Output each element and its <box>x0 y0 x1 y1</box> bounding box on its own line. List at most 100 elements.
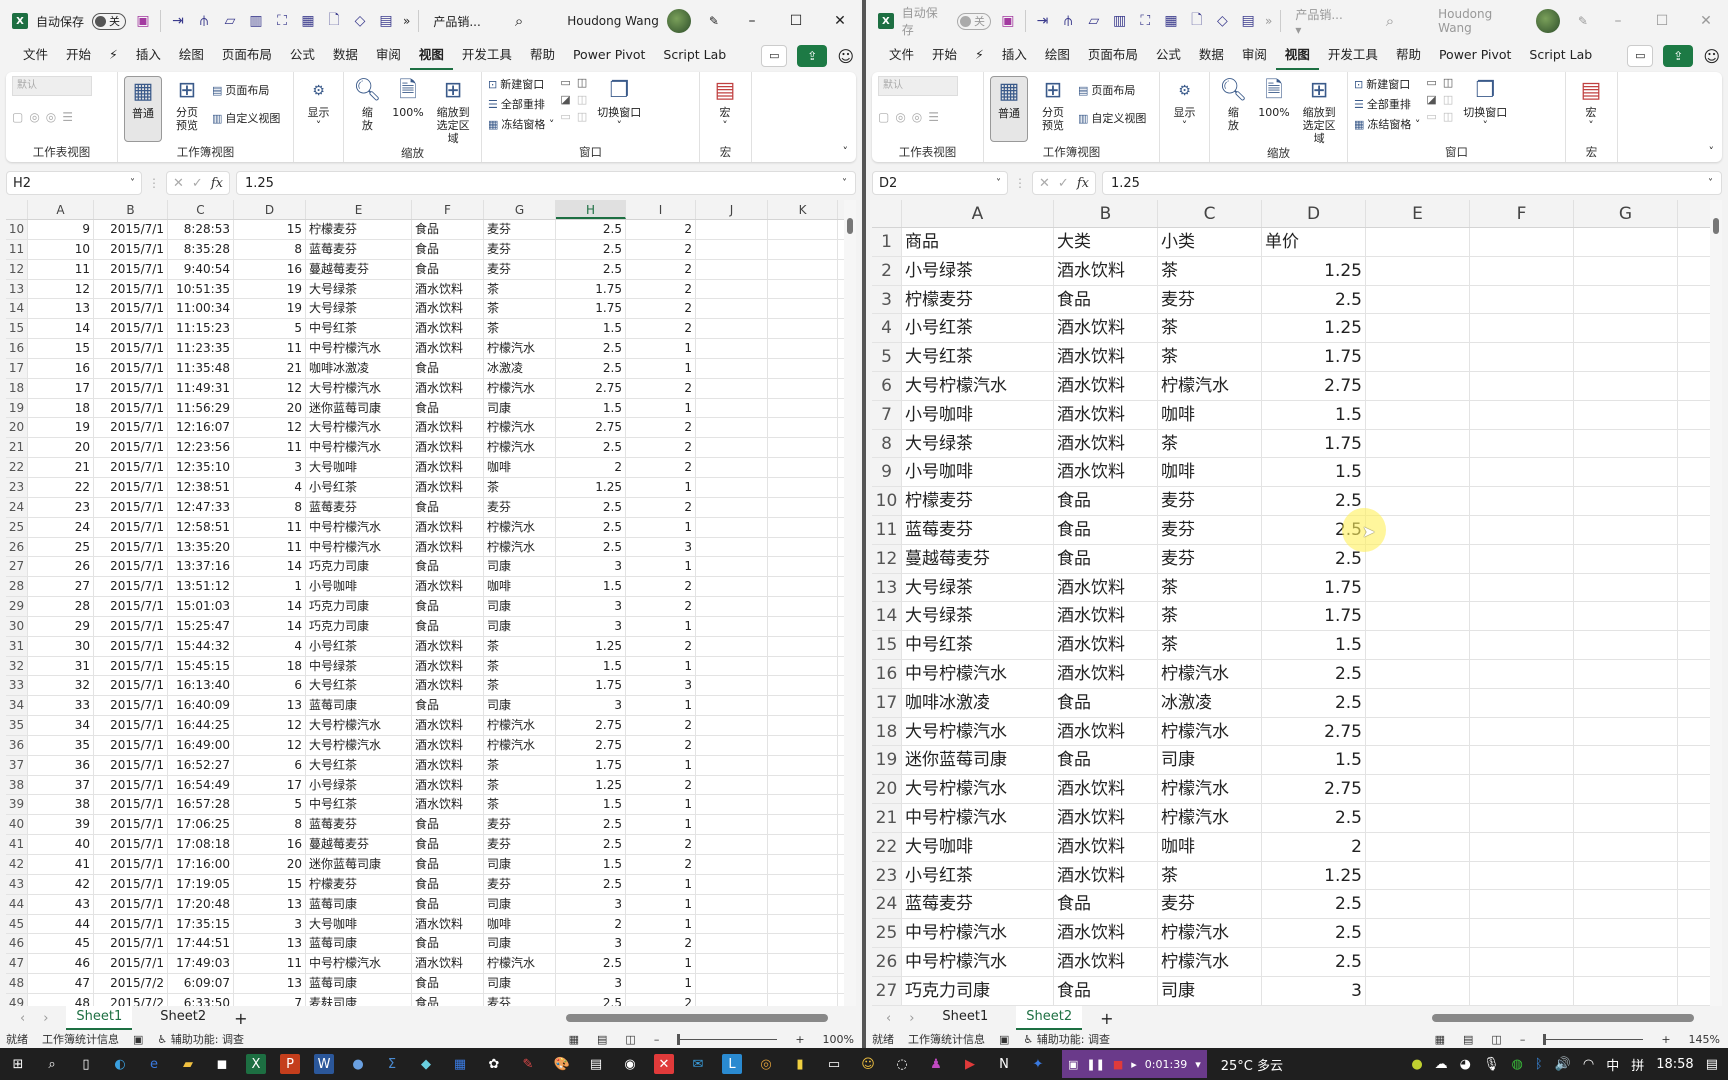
cell[interactable]: 3 <box>626 676 696 696</box>
cell[interactable]: 小类 <box>1158 228 1262 256</box>
cell[interactable] <box>696 894 768 914</box>
switch-windows-button[interactable]: ❐ 切换窗口 ˅ <box>593 76 645 132</box>
cell[interactable]: 1 <box>626 795 696 815</box>
row-header[interactable]: 6 <box>872 371 902 400</box>
zoom-to-selection-button[interactable]: ⊞ 缩放到 选定区域 <box>431 76 475 145</box>
cell[interactable]: 大号柠檬汽水 <box>902 717 1054 746</box>
cell[interactable]: 11:15:23 <box>168 319 234 339</box>
prev-sheet-icon[interactable]: ‹ <box>886 1011 891 1026</box>
row-header[interactable]: 14 <box>872 602 902 631</box>
row-header[interactable]: 49 <box>6 993 28 1006</box>
cell[interactable]: 12:23:56 <box>168 438 234 458</box>
cell[interactable]: 2015/7/1 <box>94 954 168 974</box>
cell[interactable]: 茶 <box>484 676 556 696</box>
cell[interactable] <box>1574 717 1678 746</box>
cell[interactable] <box>1574 429 1678 458</box>
cell[interactable]: 咖啡冰激凌 <box>902 688 1054 717</box>
cell[interactable]: 2015/7/2 <box>94 993 168 1006</box>
cell[interactable] <box>1574 890 1678 919</box>
cell[interactable] <box>1470 371 1574 400</box>
cell[interactable] <box>768 656 838 676</box>
cell[interactable]: 柠檬麦芬 <box>306 874 412 894</box>
cell[interactable]: 大号绿茶 <box>902 429 1054 458</box>
tray-icon-1[interactable]: ● <box>1411 1057 1422 1072</box>
cell[interactable]: 酒水饮料 <box>1054 803 1158 832</box>
row-header[interactable]: 15 <box>6 319 28 339</box>
cell[interactable]: 13 <box>234 696 306 716</box>
cell[interactable]: 柠檬汽水 <box>484 378 556 398</box>
menu-tab[interactable]: 开发工具 <box>1319 42 1387 70</box>
cell[interactable]: 1.5 <box>1262 746 1366 775</box>
cell[interactable]: 麦芬 <box>484 993 556 1006</box>
tray-icon-2[interactable]: ◕ <box>1460 1057 1471 1072</box>
cell[interactable] <box>768 993 838 1006</box>
cell[interactable]: 16:44:25 <box>168 716 234 735</box>
row-header[interactable]: 22 <box>6 458 28 477</box>
cell[interactable]: 2 <box>626 319 696 339</box>
cell[interactable]: 酒水饮料 <box>412 656 484 676</box>
cell[interactable]: 茶 <box>1158 602 1262 631</box>
cell[interactable] <box>696 378 768 398</box>
cell[interactable] <box>1574 861 1678 890</box>
qa-icon-7[interactable]: ▤ <box>377 13 395 29</box>
cell[interactable]: 2015/7/1 <box>94 914 168 934</box>
cell[interactable]: 商品 <box>902 228 1054 256</box>
cell[interactable]: 12:38:51 <box>168 477 234 497</box>
cell[interactable]: 麦芬 <box>1158 285 1262 314</box>
custom-views-button[interactable]: ▥ 自定义视图 <box>212 110 280 126</box>
cell[interactable]: 司康 <box>484 616 556 636</box>
wechat-icon[interactable]: ◍ <box>1512 1057 1523 1072</box>
cell[interactable]: 麦芬 <box>1158 544 1262 573</box>
cell[interactable]: 5 <box>234 319 306 339</box>
cell[interactable] <box>696 676 768 696</box>
cell[interactable]: 麦芬 <box>484 835 556 854</box>
zoom-to-selection-button[interactable]: ⊞ 缩放到 选定区域 <box>1297 76 1341 145</box>
cell[interactable]: 2.5 <box>556 239 626 259</box>
row-header[interactable]: 25 <box>6 517 28 537</box>
cell[interactable]: 蓝莓司康 <box>306 696 412 716</box>
cell[interactable]: 1.75 <box>1262 573 1366 602</box>
cell[interactable]: 1 <box>626 874 696 894</box>
column-header[interactable]: G <box>484 200 556 219</box>
qa-icon-4[interactable]: ⛶ <box>273 13 291 29</box>
cell[interactable]: 12:16:07 <box>168 418 234 438</box>
zoom-100-button[interactable]: 🗎 100% <box>391 76 426 119</box>
cell[interactable]: 大号红茶 <box>306 755 412 775</box>
close-icon[interactable]: ✕ <box>1684 13 1728 29</box>
cell[interactable]: 麦芬 <box>484 220 556 239</box>
cell[interactable]: 2.5 <box>556 835 626 854</box>
row-header[interactable]: 5 <box>872 343 902 371</box>
cell[interactable]: 1.25 <box>556 477 626 497</box>
cell[interactable]: 12 <box>234 418 306 438</box>
cell[interactable] <box>1574 659 1678 688</box>
cell[interactable]: 2015/7/1 <box>94 259 168 279</box>
row-header[interactable]: 44 <box>6 894 28 914</box>
cell[interactable] <box>696 735 768 755</box>
notion-icon[interactable]: N <box>994 1054 1014 1074</box>
cell[interactable]: 25 <box>28 537 94 557</box>
cell[interactable]: 酒水饮料 <box>1054 717 1158 746</box>
cell[interactable]: 2015/7/1 <box>94 299 168 319</box>
row-header[interactable]: 16 <box>6 339 28 358</box>
cell[interactable]: 13 <box>234 974 306 993</box>
cell[interactable] <box>1470 832 1574 861</box>
minimize-icon[interactable]: – <box>730 13 774 29</box>
cell[interactable]: 柠檬汽水 <box>1158 371 1262 400</box>
menu-tab[interactable]: 插入 <box>127 42 170 70</box>
cell[interactable]: 咖啡 <box>484 914 556 934</box>
cell[interactable]: 中号柠檬汽水 <box>306 954 412 974</box>
cell[interactable]: 24 <box>28 517 94 537</box>
row-header[interactable]: 20 <box>872 775 902 803</box>
cell[interactable]: 11:00:34 <box>168 299 234 319</box>
cell[interactable]: 酒水饮料 <box>1054 602 1158 631</box>
cell[interactable]: 中号绿茶 <box>306 656 412 676</box>
cell[interactable]: 34 <box>28 716 94 735</box>
cell[interactable]: 酒水饮料 <box>1054 573 1158 602</box>
cell[interactable]: 食品 <box>1054 285 1158 314</box>
macros-button[interactable]: ▤ 宏 ˅ <box>1572 76 1610 132</box>
ime-indicator[interactable]: 中 <box>1606 1055 1619 1074</box>
cell[interactable]: 大号咖啡 <box>306 458 412 477</box>
row-header[interactable]: 48 <box>6 974 28 993</box>
paint-icon[interactable]: 🎨 <box>552 1054 572 1074</box>
cell[interactable] <box>1366 775 1470 803</box>
